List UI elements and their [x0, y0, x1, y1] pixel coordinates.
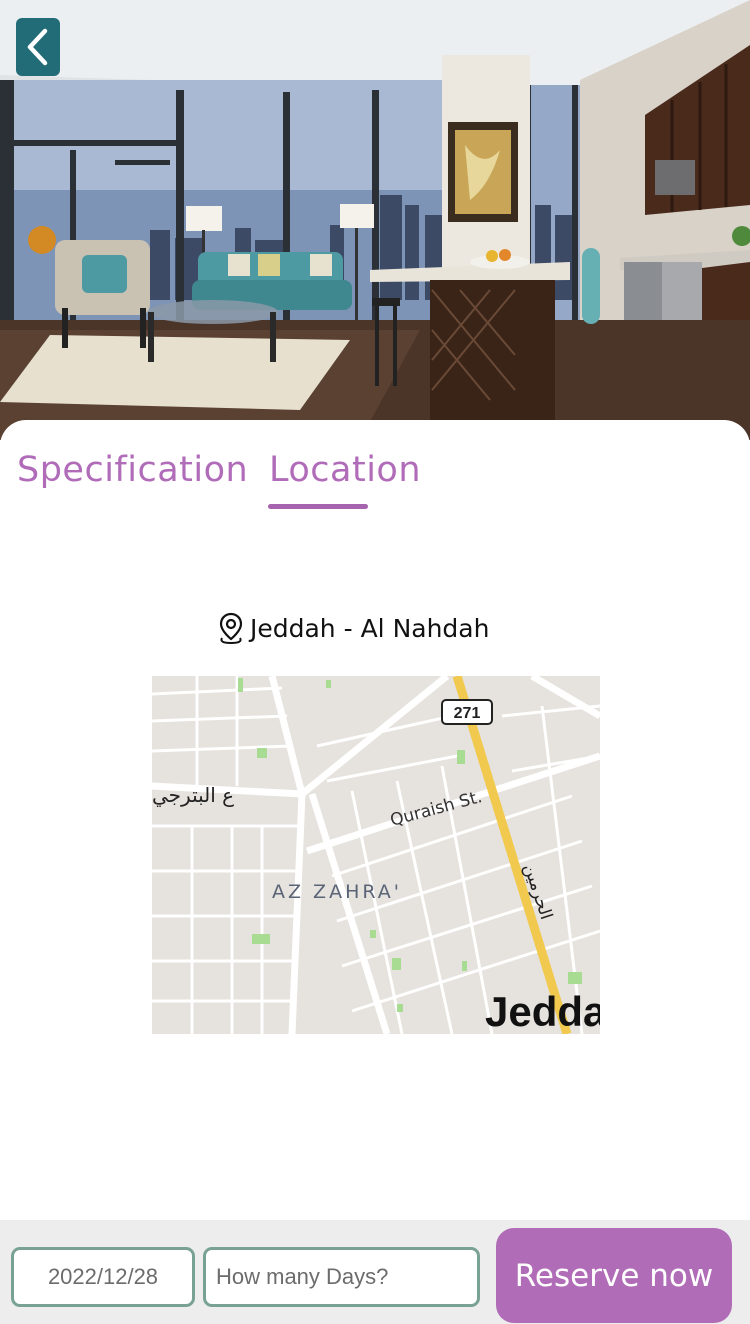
active-tab-indicator — [268, 504, 368, 509]
date-field[interactable] — [11, 1247, 195, 1307]
tab-location[interactable]: Location — [269, 450, 421, 490]
apartment-photo — [0, 0, 750, 440]
map-pin-icon — [219, 612, 243, 645]
days-input[interactable] — [203, 1247, 480, 1307]
city-label: Jedda — [485, 988, 600, 1034]
route-shield-label: 271 — [454, 705, 481, 722]
location-name: Jeddah - Al Nahdah — [250, 613, 490, 643]
back-button[interactable] — [16, 18, 60, 76]
district-label: AZ ZAHRA' — [272, 881, 402, 903]
tab-specification[interactable]: Specification — [17, 450, 248, 490]
booking-bar: Reserve now — [0, 1220, 750, 1324]
reserve-now-button[interactable]: Reserve now — [496, 1228, 732, 1323]
location-map[interactable]: 271 Quraish St. AZ ZAHRA' ع البترجي الحر… — [152, 676, 600, 1034]
chevron-left-icon — [27, 28, 48, 66]
details-card: Specification Location Jeddah - Al Nahda… — [0, 420, 750, 1220]
arabic-street-label: ع البترجي — [152, 783, 234, 808]
location-heading: Jeddah - Al Nahdah — [216, 610, 489, 646]
